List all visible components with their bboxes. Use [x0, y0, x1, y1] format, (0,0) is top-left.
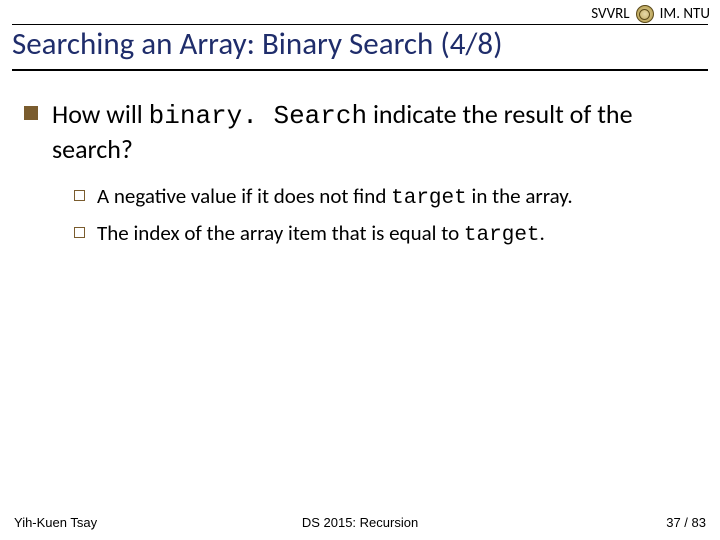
title-block: Searching an Array: Binary Search (4/8) — [12, 24, 708, 71]
header-institute: IM. NTU — [660, 5, 710, 23]
code-segment: target — [391, 187, 467, 210]
text-segment: The index of the array item that is equa… — [97, 220, 464, 246]
hollow-square-bullet-icon — [74, 190, 85, 201]
list-item: A negative value if it does not find tar… — [74, 183, 696, 212]
slide-title: Searching an Array: Binary Search (4/8) — [12, 27, 708, 67]
code-segment: target — [464, 224, 540, 247]
bullet-text: The index of the array item that is equa… — [97, 220, 545, 249]
text-segment: . — [540, 220, 545, 246]
footer: Yih-Kuen Tsay DS 2015: Recursion 37 / 83 — [14, 515, 706, 530]
content-area: How will binary. Search indicate the res… — [24, 98, 696, 258]
header-lab: SVVRL — [591, 5, 629, 23]
bullet-text: How will binary. Search indicate the res… — [52, 98, 696, 165]
square-bullet-icon — [24, 106, 38, 120]
bullet-text: A negative value if it does not find tar… — [97, 183, 573, 212]
footer-author: Yih-Kuen Tsay — [14, 515, 97, 530]
title-rule-bottom — [12, 69, 708, 71]
header: SVVRL IM. NTU — [10, 3, 710, 25]
ntu-logo-icon — [636, 5, 654, 23]
sub-list: A negative value if it does not find tar… — [74, 183, 696, 250]
text-segment: in the array. — [467, 183, 573, 209]
list-item: The index of the array item that is equa… — [74, 220, 696, 249]
hollow-square-bullet-icon — [74, 227, 85, 238]
footer-course: DS 2015: Recursion — [14, 515, 706, 530]
text-segment: How will — [52, 98, 149, 130]
code-segment: binary. Search — [149, 101, 367, 131]
footer-page-number: 37 / 83 — [666, 515, 706, 530]
list-item: How will binary. Search indicate the res… — [24, 98, 696, 165]
text-segment: A negative value if it does not find — [97, 183, 391, 209]
